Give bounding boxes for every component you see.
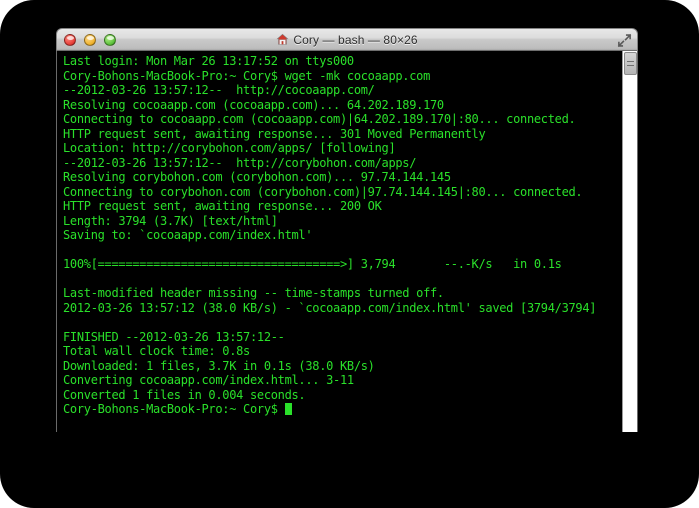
window-controls [64, 33, 116, 46]
terminal-window: Cory — bash — 80×26 Last login: Mon Mar … [56, 28, 638, 432]
zoom-button[interactable] [104, 33, 116, 46]
minimize-button[interactable] [84, 33, 96, 46]
close-button[interactable] [64, 33, 76, 46]
fullscreen-arrows-icon[interactable] [617, 33, 632, 48]
terminal-output: Last login: Mon Mar 26 13:17:52 on ttys0… [63, 54, 597, 416]
terminal-body[interactable]: Last login: Mon Mar 26 13:17:52 on ttys0… [56, 51, 638, 432]
window-title-text: Cory — bash — 80×26 [293, 32, 418, 47]
vertical-scrollbar[interactable] [622, 51, 637, 432]
window-title-container: Cory — bash — 80×26 [57, 33, 637, 47]
window-title-bar[interactable]: Cory — bash — 80×26 [56, 28, 638, 51]
terminal-cursor [284, 403, 292, 415]
home-icon [276, 33, 289, 45]
scrollbar-thumb[interactable] [624, 52, 637, 75]
